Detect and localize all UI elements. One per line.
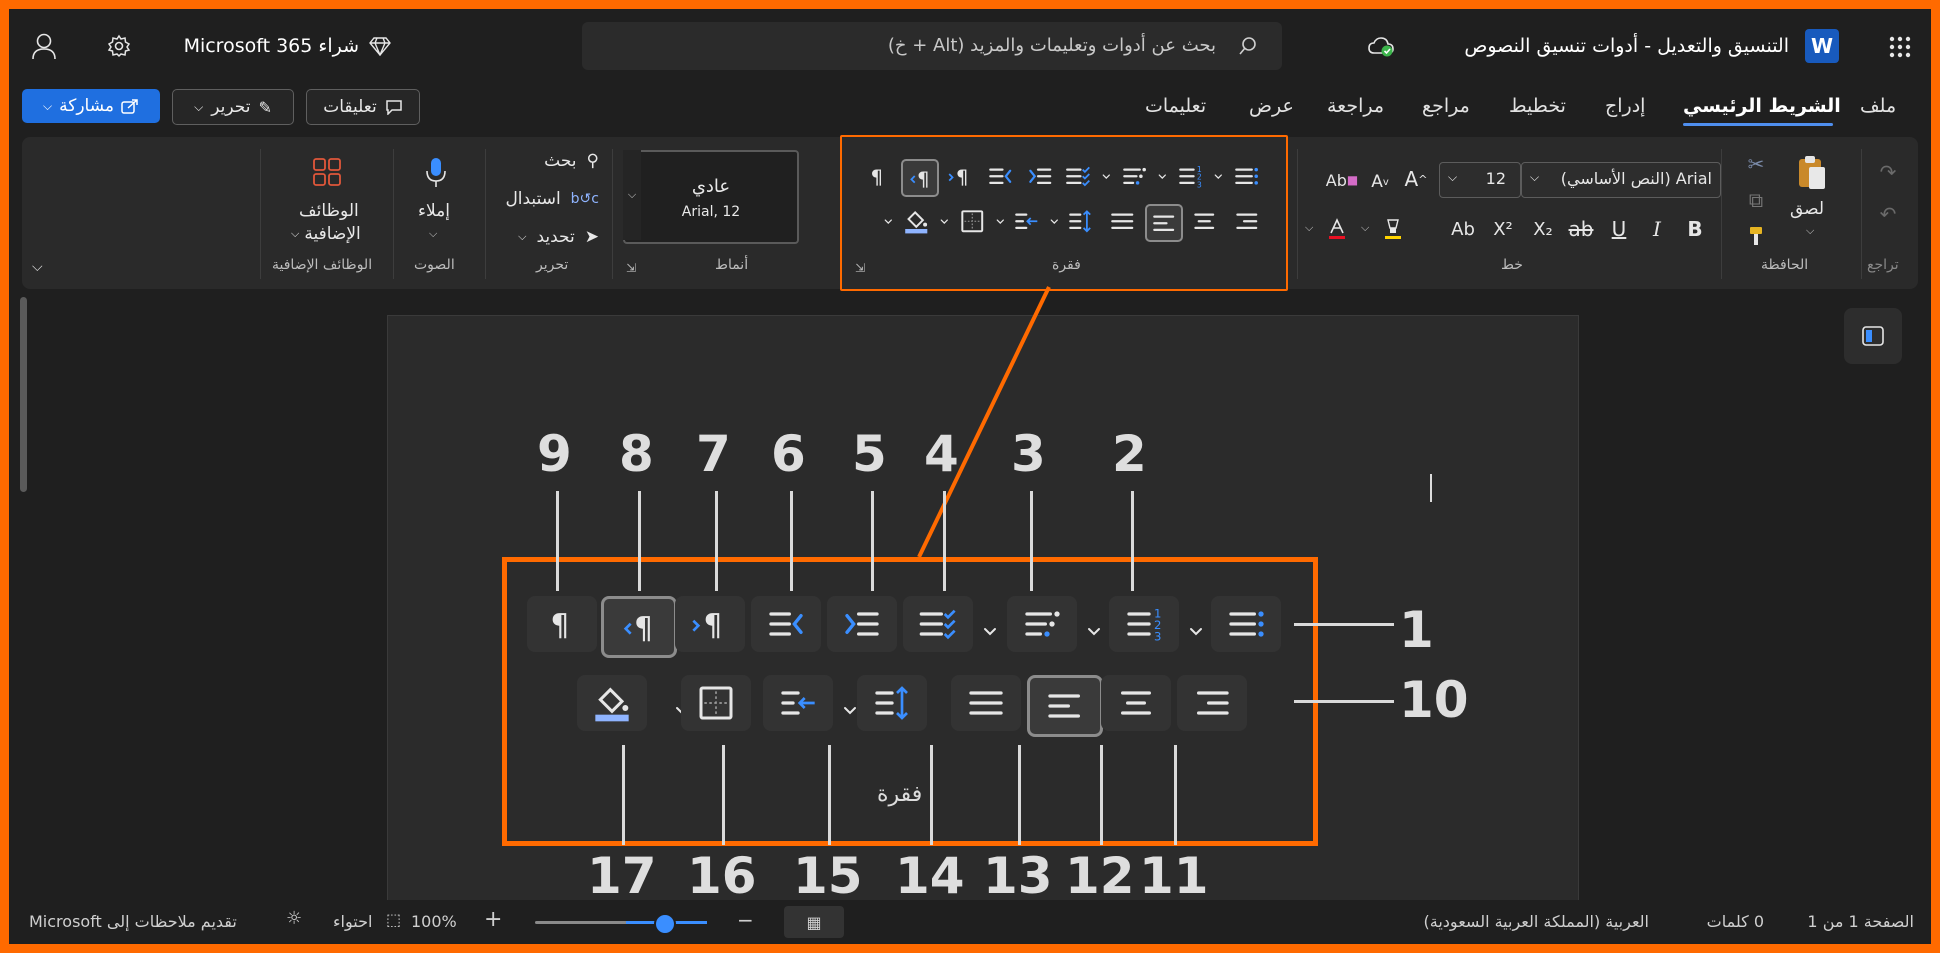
- callout-leader-line: [556, 491, 559, 591]
- callout-leader-line: [622, 745, 625, 845]
- callout-number-9: 9: [537, 425, 572, 483]
- language-indicator[interactable]: العربية (المملكة العربية السعودية): [1389, 912, 1649, 931]
- callout-leader-line: [828, 745, 831, 845]
- callout-leader-line: [930, 745, 933, 845]
- callout-numbers: 9 8 7 6 5 4 3 2 1 10 17 16 15 14 13 12 11: [9, 9, 1931, 944]
- callout-number-5: 5: [852, 425, 887, 483]
- callout-leader-line: [1174, 745, 1177, 845]
- callout-leader-line: [1294, 700, 1394, 703]
- callout-number-14: 14: [895, 847, 965, 905]
- callout-leader-line: [722, 745, 725, 845]
- callout-leader-line: [638, 491, 641, 591]
- callout-number-4: 4: [924, 425, 959, 483]
- zoom-in-button[interactable]: +: [484, 907, 502, 932]
- callout-number-15: 15: [793, 847, 863, 905]
- callout-leader-line: [1100, 745, 1103, 845]
- fit-button[interactable]: احتواء: [333, 912, 372, 931]
- callout-number-6: 6: [771, 425, 806, 483]
- callout-leader-line: [1131, 491, 1134, 591]
- zoom-out-button[interactable]: −: [737, 908, 754, 932]
- callout-number-13: 13: [983, 847, 1053, 905]
- callout-number-17: 17: [587, 847, 657, 905]
- callout-number-10: 10: [1399, 671, 1469, 729]
- callout-number-11: 11: [1139, 847, 1209, 905]
- word-count[interactable]: 0 كلمات: [1654, 912, 1764, 931]
- zoom-slider-thumb[interactable]: [654, 913, 676, 935]
- zoom-level[interactable]: 100%: [411, 912, 457, 931]
- callout-number-1: 1: [1399, 601, 1434, 659]
- callout-number-3: 3: [1011, 425, 1046, 483]
- callout-number-2: 2: [1112, 425, 1147, 483]
- callout-leader-line: [790, 491, 793, 591]
- callout-leader-line: [871, 491, 874, 591]
- page-view-icon[interactable]: ▦: [784, 906, 844, 938]
- callout-number-7: 7: [696, 425, 731, 483]
- callout-leader-line: [943, 491, 946, 591]
- callout-number-8: 8: [619, 425, 654, 483]
- fit-icon: ⬚: [386, 910, 402, 929]
- callout-leader-line: [1018, 745, 1021, 845]
- brightness-icon[interactable]: ☼: [286, 908, 302, 929]
- status-bar: الصفحة 1 من 1 0 كلمات العربية (المملكة ا…: [9, 900, 1931, 944]
- callout-number-16: 16: [687, 847, 757, 905]
- callout-leader-line: [1030, 491, 1033, 591]
- feedback-link[interactable]: تقديم ملاحظات إلى Microsoft: [29, 912, 269, 931]
- page-count[interactable]: الصفحة 1 من 1: [1774, 912, 1914, 931]
- callout-leader-line: [715, 491, 718, 591]
- word-window: W التنسيق والتعديل - أدوات تنسيق النصوص …: [9, 9, 1931, 944]
- callout-leader-line: [1294, 623, 1394, 626]
- callout-number-12: 12: [1065, 847, 1135, 905]
